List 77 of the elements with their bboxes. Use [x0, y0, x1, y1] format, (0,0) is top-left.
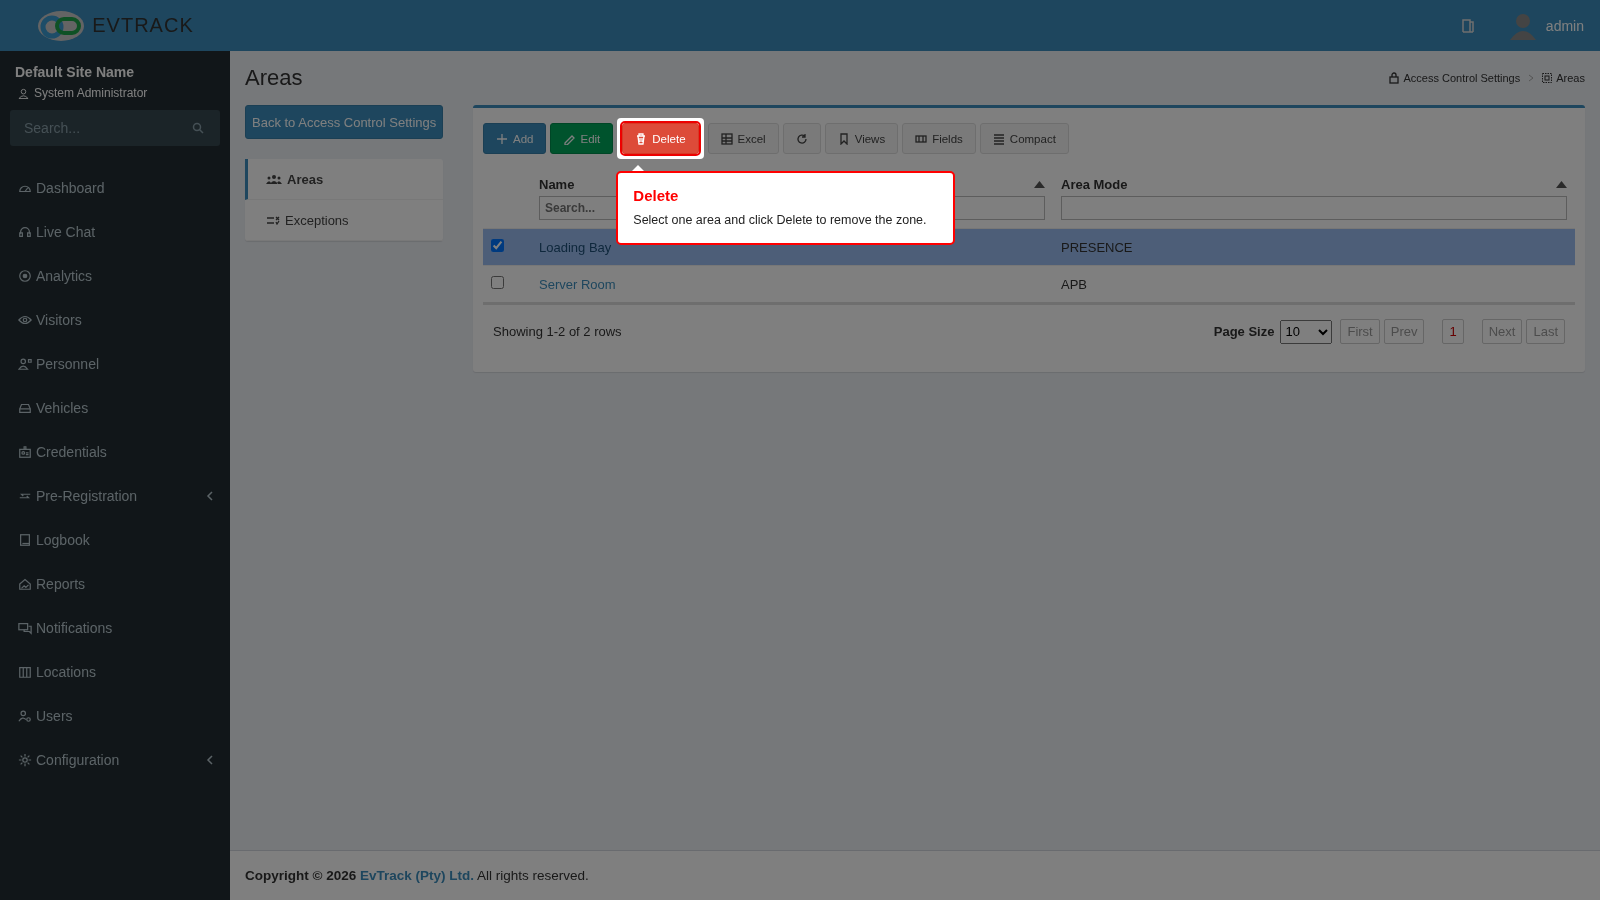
bookmark-icon — [837, 132, 850, 145]
id-card-icon — [18, 445, 32, 459]
sort-arrow-icon[interactable] — [1556, 181, 1567, 188]
toolbar-button[interactable]: Delete — [622, 123, 699, 154]
area-name-link[interactable]: Loading Bay — [539, 239, 612, 255]
plus-icon — [496, 132, 508, 145]
target-icon — [18, 269, 32, 283]
map-icon — [18, 665, 32, 679]
person-icon — [18, 87, 29, 99]
toolbar-button[interactable]: Fields — [902, 123, 976, 154]
sidebar-item[interactable]: Vehicles — [0, 386, 230, 430]
sidebar-item[interactable]: Personnel — [0, 342, 230, 386]
page-title: Areas — [245, 65, 303, 91]
subnav-item[interactable]: Areas — [245, 159, 443, 200]
list-check-icon — [266, 215, 280, 225]
group-icon — [266, 174, 282, 184]
row-checkbox[interactable] — [491, 276, 504, 289]
logo-text: EVTRACK — [92, 14, 194, 37]
sidebar-item[interactable]: Live Chat — [0, 210, 230, 254]
table-cell: PRESENCE — [1061, 239, 1133, 255]
list-icon — [992, 132, 1005, 145]
sidebar-item[interactable]: Locations — [0, 650, 230, 694]
page-size-label: Page Size — [1213, 324, 1275, 339]
table-cell: APB — [1061, 276, 1087, 292]
toolbar-button[interactable]: Add — [483, 123, 547, 154]
sidebar-item[interactable]: Notifications — [0, 606, 230, 650]
car-icon — [18, 401, 32, 415]
columns-icon — [915, 132, 928, 145]
sidebar-item[interactable]: Logbook — [0, 518, 230, 562]
user-role: System Administrator — [34, 86, 148, 100]
refresh-button[interactable] — [782, 123, 821, 154]
person-icon — [18, 357, 32, 371]
door-icon[interactable] — [1461, 18, 1474, 33]
site-name: Default Site Name — [14, 63, 136, 80]
sidebar-item[interactable]: Analytics — [0, 254, 230, 298]
column-filter-field[interactable] — [1061, 196, 1567, 220]
sort-arrow-icon[interactable] — [1034, 181, 1045, 188]
column-header[interactable]: Name — [539, 177, 575, 192]
tooltip-text: Select one area and click Delete to remove the zone. — [633, 213, 928, 227]
toolbar-button[interactable]: Views — [824, 123, 899, 154]
copyright-text: Copyright © 2026 EvTrack (Pty) Ltd. All rights reserved. — [245, 868, 589, 883]
sidebar-item[interactable]: Dashboard — [0, 166, 230, 210]
toolbar-button[interactable]: Compact — [979, 123, 1069, 154]
breadcrumb-link[interactable]: Access Control Settings — [1389, 72, 1521, 84]
tooltip-title: Delete — [633, 187, 680, 204]
sidebar-item[interactable]: Configuration — [0, 738, 230, 782]
house-icon — [18, 577, 32, 591]
sidebar-item[interactable]: Credentials — [0, 430, 230, 474]
page-size-select[interactable]: 10 — [1280, 319, 1333, 344]
area-name-link[interactable]: Server Room — [539, 276, 616, 292]
logo-icon — [36, 9, 87, 42]
user-name[interactable]: admin — [1545, 17, 1584, 34]
pager-button[interactable]: 1 — [1442, 319, 1464, 344]
company-link[interactable]: EvTrack (Pty) Ltd. — [360, 868, 475, 883]
toolbar-button[interactable]: Excel — [707, 123, 779, 154]
back-button[interactable]: Back to Access Control Settings — [245, 105, 443, 139]
chat-icon — [18, 621, 32, 635]
sidebar-item[interactable]: Visitors — [0, 298, 230, 342]
trash-icon — [635, 132, 648, 145]
lock-icon — [1389, 72, 1400, 84]
sidebar-item[interactable]: Reports — [0, 562, 230, 606]
sidebar-item[interactable]: Users — [0, 694, 230, 738]
toolbar-button[interactable]: Edit — [550, 123, 614, 154]
headset-icon — [18, 225, 32, 239]
book-icon — [18, 533, 32, 547]
row-checkbox[interactable] — [491, 239, 504, 252]
search-icon — [192, 122, 204, 134]
column-header[interactable]: Area Mode — [1061, 177, 1128, 192]
eye-icon — [18, 313, 32, 327]
breadcrumb-separator-icon — [1528, 74, 1535, 82]
breadcrumb-link[interactable]: Areas — [1542, 72, 1585, 84]
sidebar-item[interactable]: Pre-Registration — [0, 474, 230, 518]
rows-summary: Showing 1-2 of 2 rows — [493, 324, 622, 339]
refresh-icon — [795, 132, 808, 145]
subnav-item[interactable]: Exceptions — [245, 200, 443, 241]
table-icon — [720, 132, 733, 145]
area-icon — [1542, 73, 1553, 83]
